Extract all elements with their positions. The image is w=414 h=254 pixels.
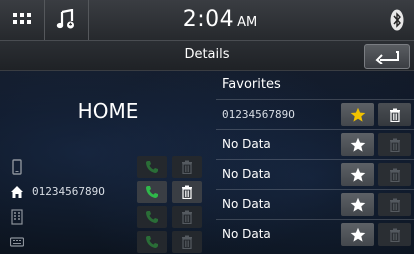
favorite-row[interactable]: No Data: [216, 129, 414, 159]
favorite-star-button[interactable]: [341, 163, 374, 186]
favorite-star-button[interactable]: [341, 133, 374, 156]
phone-icon: [146, 211, 158, 223]
trash-icon: [389, 168, 400, 182]
favorite-star-button[interactable]: [341, 103, 374, 126]
favorite-label: No Data: [222, 137, 271, 151]
phone-icon: [146, 161, 158, 173]
trash-icon: [389, 138, 400, 152]
favorite-row[interactable]: 0123456789O: [216, 99, 414, 129]
favorites-title: Favorites: [222, 77, 281, 92]
number-row-mobile: [0, 154, 216, 180]
favorite-star-button[interactable]: [341, 223, 374, 246]
favorite-delete-button[interactable]: [378, 103, 411, 126]
delete-button[interactable]: [172, 231, 202, 253]
home-icon: [11, 186, 23, 198]
trash-icon: [182, 210, 192, 224]
number-row-office: [0, 204, 216, 230]
favorite-row[interactable]: No Data: [216, 189, 414, 219]
clock-ampm: AM: [237, 15, 258, 30]
favorite-label: No Data: [222, 167, 271, 181]
status-bar: 2:04 AM: [0, 0, 414, 41]
contact-panel: HOME 0123456789O: [0, 71, 216, 254]
favorite-delete-button[interactable]: [378, 223, 411, 246]
clock-time: 2:04: [182, 7, 235, 32]
trash-icon: [182, 235, 192, 249]
favorites-panel: Favorites 0123456789O No Data No Data No…: [216, 71, 414, 254]
back-button[interactable]: [364, 44, 410, 69]
trash-icon: [389, 108, 400, 122]
contact-name: HOME: [77, 99, 139, 123]
trash-icon: [389, 198, 400, 212]
favorite-row[interactable]: No Data: [216, 159, 414, 189]
trash-icon: [182, 160, 192, 174]
favorite-delete-button[interactable]: [378, 163, 411, 186]
favorite-label: No Data: [222, 227, 271, 241]
star-icon: [350, 227, 365, 242]
mobile-phone-icon: [12, 159, 22, 175]
call-button[interactable]: [137, 181, 167, 203]
music-note-icon: [56, 9, 74, 29]
return-arrow-icon: [375, 50, 399, 64]
favorite-delete-button[interactable]: [378, 133, 411, 156]
delete-button[interactable]: [172, 156, 202, 178]
clock: 2:04 AM: [150, 7, 290, 32]
star-icon: [350, 197, 365, 212]
page-title: Details: [184, 47, 230, 62]
star-icon: [350, 107, 365, 122]
star-icon: [350, 167, 365, 182]
delete-button[interactable]: [172, 206, 202, 228]
title-bar: Details: [0, 41, 414, 71]
audio-source-button[interactable]: [44, 0, 89, 40]
favorite-star-button[interactable]: [341, 193, 374, 216]
grid-icon: [13, 13, 31, 24]
call-button[interactable]: [137, 156, 167, 178]
number-row-home[interactable]: 0123456789O: [0, 179, 216, 205]
favorite-delete-button[interactable]: [378, 193, 411, 216]
phone-icon: [146, 236, 158, 248]
trash-icon: [389, 228, 400, 242]
delete-button[interactable]: [172, 181, 202, 203]
screen: 2:04 AM Details HOME 0123456789O Favorit…: [0, 0, 414, 254]
call-button[interactable]: [137, 231, 167, 253]
call-button[interactable]: [137, 206, 167, 228]
trash-icon: [182, 185, 192, 199]
number-text: 0123456789O: [32, 185, 105, 198]
office-building-icon: [11, 209, 23, 225]
favorite-label: No Data: [222, 197, 271, 211]
star-icon: [350, 137, 365, 152]
bluetooth-icon: [390, 9, 404, 31]
favorite-label: 0123456789O: [222, 108, 295, 121]
favorite-row[interactable]: No Data: [216, 219, 414, 249]
menu-grid-button[interactable]: [0, 0, 45, 40]
other-phone-icon: [10, 237, 24, 247]
number-row-other: [0, 229, 216, 254]
phone-icon: [146, 186, 158, 198]
